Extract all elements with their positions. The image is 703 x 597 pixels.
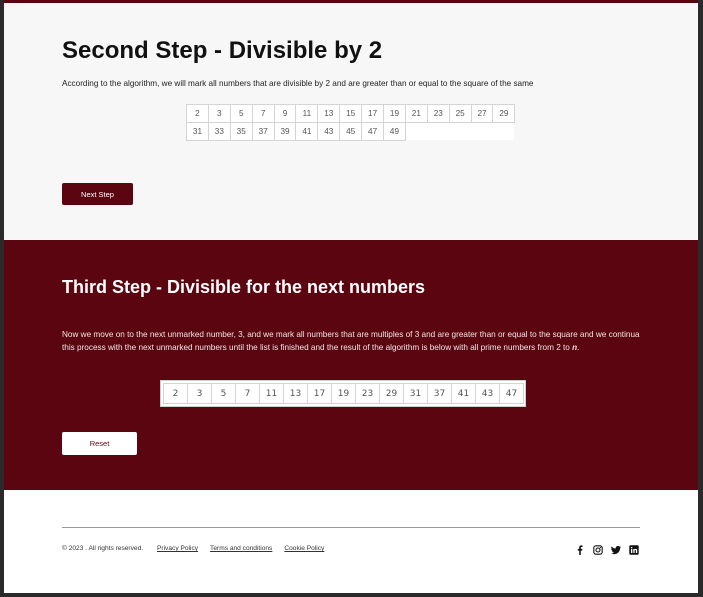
- number-cell: 27: [470, 104, 494, 123]
- third-step-description: Now we move on to the next unmarked numb…: [62, 328, 644, 354]
- second-step-section: Second Step - Divisible by 2 According t…: [4, 3, 698, 240]
- number-cell: 11: [295, 104, 319, 123]
- number-cell: 33: [207, 122, 231, 141]
- number-cell: 45: [339, 122, 363, 141]
- number-cell: 41: [295, 122, 319, 141]
- number-cell: 19: [383, 104, 406, 123]
- footer-links: Privacy Policy Terms and conditions Cook…: [157, 545, 324, 552]
- footer-divider: [62, 527, 640, 528]
- linkedin-icon[interactable]: [629, 545, 639, 555]
- footer: © 2023 . All rights reserved. Privacy Po…: [4, 490, 698, 593]
- number-cell: 25: [448, 104, 472, 123]
- number-cell: 11: [259, 383, 284, 404]
- description-end: .: [577, 343, 580, 352]
- primes-grid: 2 3 5 7 11 13 17 19 23 29 31 37 41 43 47: [160, 380, 526, 407]
- number-cell: 35: [229, 122, 253, 141]
- second-step-description: According to the algorithm, we will mark…: [62, 79, 534, 88]
- instagram-icon[interactable]: [593, 545, 603, 555]
- number-cell: 21: [404, 104, 428, 123]
- number-cell: 3: [187, 383, 212, 404]
- number-cell: 19: [331, 383, 356, 404]
- number-cell: 41: [451, 383, 476, 404]
- number-cell: 5: [211, 383, 236, 404]
- number-cell: 17: [307, 383, 332, 404]
- number-cell: 37: [251, 122, 275, 141]
- privacy-policy-link[interactable]: Privacy Policy: [157, 545, 198, 552]
- number-cell: 43: [317, 122, 341, 141]
- number-cell: 31: [403, 383, 428, 404]
- number-cell: 15: [339, 104, 363, 123]
- page: Second Step - Divisible by 2 According t…: [4, 3, 698, 593]
- twitter-icon[interactable]: [611, 545, 621, 555]
- cookie-policy-link[interactable]: Cookie Policy: [284, 545, 324, 552]
- third-step-section: Third Step - Divisible for the next numb…: [4, 240, 698, 490]
- number-cell: 39: [273, 122, 297, 141]
- number-cell: 43: [475, 383, 500, 404]
- number-cell: 5: [229, 104, 253, 123]
- number-cell: 23: [355, 383, 380, 404]
- number-cell: 2: [186, 104, 209, 123]
- next-step-button[interactable]: Next Step: [62, 183, 133, 205]
- terms-link[interactable]: Terms and conditions: [210, 545, 272, 552]
- description-text: Now we move on to the next unmarked numb…: [62, 330, 640, 352]
- facebook-icon[interactable]: [575, 545, 585, 555]
- number-cell: 23: [426, 104, 450, 123]
- number-cell: 47: [361, 122, 385, 141]
- numbers-grid: 2 3 5 7 9 11 13 15 17 19 21 23 25 27 29 31 33 35 37 39 41 43 4…: [186, 104, 516, 141]
- number-cell: 49: [383, 122, 406, 141]
- number-cell: 13: [283, 383, 308, 404]
- number-cell: 47: [499, 383, 524, 404]
- number-cell: 17: [361, 104, 385, 123]
- number-cell: 31: [186, 122, 209, 141]
- second-step-title: Second Step - Divisible by 2: [62, 37, 383, 64]
- number-cell: 29: [379, 383, 404, 404]
- third-step-title: Third Step - Divisible for the next numb…: [62, 277, 426, 297]
- number-cell: 3: [207, 104, 231, 123]
- number-cell: 29: [492, 104, 516, 123]
- number-cell: 7: [251, 104, 275, 123]
- number-cell: 9: [273, 104, 297, 123]
- number-cell: 37: [427, 383, 452, 404]
- number-cell: 2: [163, 383, 188, 404]
- copyright-text: © 2023 . All rights reserved.: [62, 545, 144, 552]
- number-cell: 13: [317, 104, 341, 123]
- social-links: [575, 545, 639, 555]
- number-cell: 7: [235, 383, 260, 404]
- reset-button[interactable]: Reset: [62, 432, 137, 455]
